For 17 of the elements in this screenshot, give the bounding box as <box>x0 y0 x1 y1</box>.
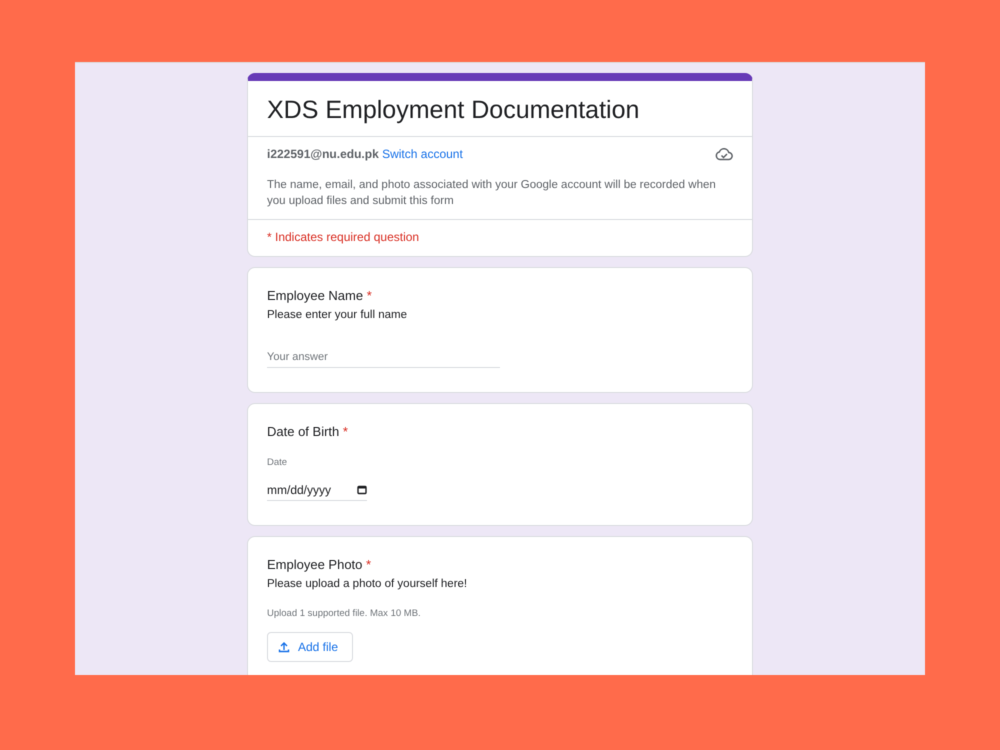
question-title: Employee Photo * <box>267 557 372 572</box>
question-description: Please upload a photo of yourself here! <box>267 578 468 590</box>
cloud-check-icon <box>715 147 733 161</box>
question-description: Please enter your full name <box>267 309 408 321</box>
account-email: i222591@nu.edu.pk Switch account <box>267 147 463 161</box>
field-label: Date <box>267 457 288 468</box>
upload-icon <box>278 641 290 653</box>
required-note: * Indicates required question <box>248 219 752 256</box>
add-file-button[interactable]: Add file <box>267 632 354 662</box>
question-title: Date of Birth * <box>267 424 349 439</box>
upload-hint: Upload 1 supported file. Max 10 MB. <box>267 608 422 619</box>
switch-account-link[interactable]: Switch account <box>382 147 463 161</box>
date-field[interactable]: mm/dd/yyyy <box>267 480 367 501</box>
calendar-icon <box>357 485 367 495</box>
form-title: XDS Employment Documentation <box>266 95 640 126</box>
privacy-notice: The name, email, and photo associated with your Google account will be recorded when you upload files and submit this form <box>267 178 717 209</box>
question-title: Employee Name * <box>267 288 373 303</box>
